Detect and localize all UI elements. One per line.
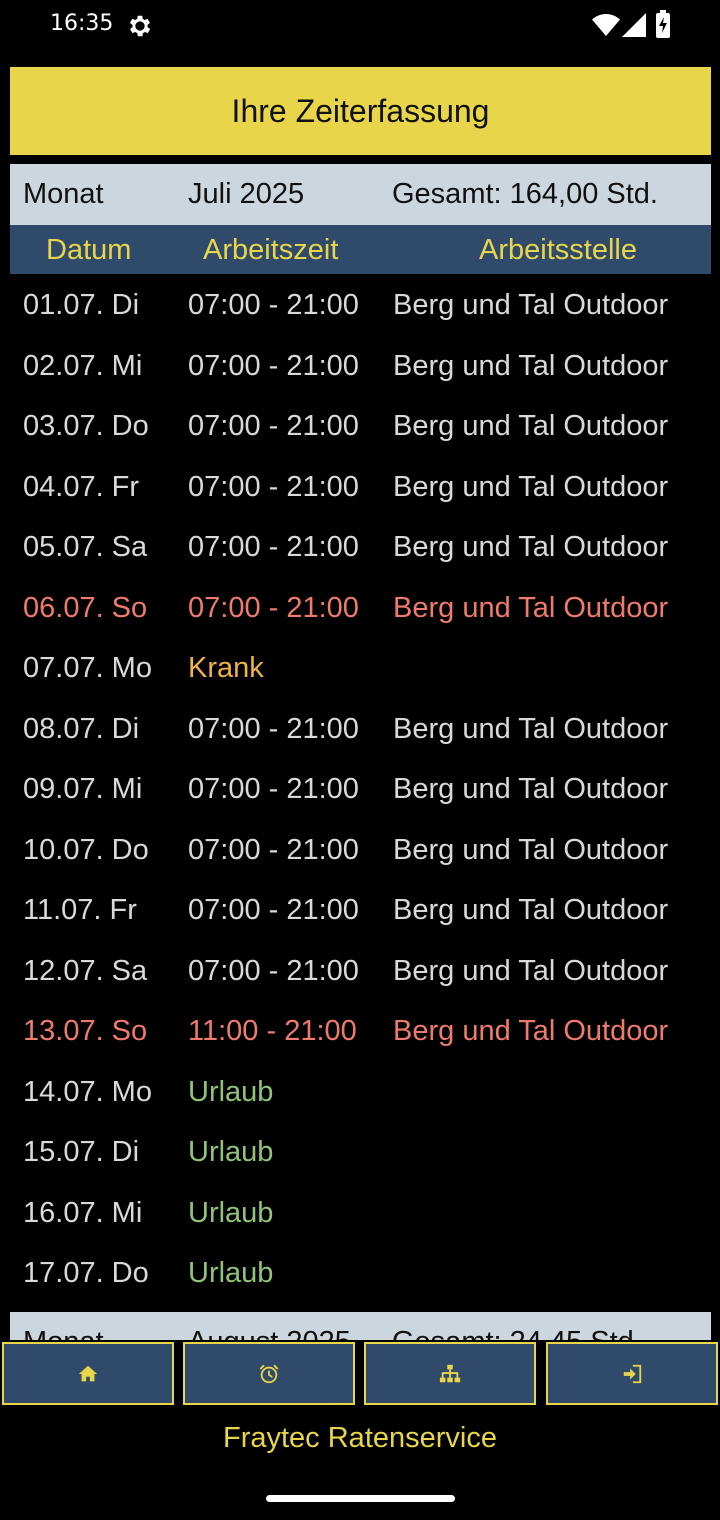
nav-timer-button[interactable] bbox=[183, 1342, 355, 1405]
table-row[interactable]: 04.07. Fr 07:00 - 21:00 Berg und Tal Outdo… bbox=[0, 458, 720, 519]
table-row[interactable]: 05.07. Sa 07:00 - 21:00 Berg und Tal Outdo… bbox=[0, 518, 720, 579]
table-row-sunday[interactable]: 13.07. So 11:00 - 21:00 Berg und Tal Outdo… bbox=[0, 1002, 720, 1063]
row-date: 03.07. Do bbox=[23, 410, 149, 442]
row-worktime: 07:00 - 21:00 bbox=[188, 712, 359, 745]
row-status-vacation: Urlaub bbox=[188, 1075, 274, 1108]
table-row[interactable]: 02.07. Mi 07:00 - 21:00 Berg und Tal Outdo… bbox=[0, 337, 720, 398]
month-summary-august: Monat August 2025 Gesamt: 24,45 Std. bbox=[10, 1311, 711, 1341]
row-workplace: Berg und Tal Outdoor bbox=[393, 591, 669, 624]
row-status-vacation: Urlaub bbox=[188, 1136, 274, 1168]
table-row[interactable]: 12.07. Sa 07:00 - 21:00 Berg und Tal Outdo… bbox=[0, 942, 720, 1003]
gesture-home-bar[interactable] bbox=[266, 1495, 455, 1502]
month-summary-july: Monat Juli 2025 Gesamt: 164,00 Std. bbox=[10, 164, 711, 225]
page-title: Ihre Zeiterfassung bbox=[10, 67, 711, 155]
row-date: 06.07. So bbox=[23, 591, 148, 624]
row-worktime: 07:00 - 21:00 bbox=[188, 591, 359, 624]
row-worktime: 07:00 - 21:00 bbox=[188, 410, 359, 442]
nav-home-button[interactable] bbox=[2, 1342, 174, 1405]
signal-icon bbox=[622, 13, 646, 37]
table-row[interactable]: 15.07. Di Urlaub bbox=[0, 1123, 720, 1184]
table-row[interactable]: 16.07. Mi Urlaub bbox=[0, 1184, 720, 1245]
row-date: 14.07. Mo bbox=[23, 1075, 152, 1108]
row-status-sick: Krank bbox=[188, 652, 264, 684]
month-name: Juli 2025 bbox=[188, 178, 305, 210]
row-status-vacation: Urlaub bbox=[188, 1257, 274, 1289]
month-label: Monat bbox=[23, 1326, 104, 1341]
table-row[interactable]: 14.07. Mo Urlaub bbox=[0, 1063, 720, 1124]
table-row[interactable]: 08.07. Di 07:00 - 21:00 Berg und Tal Outdo… bbox=[0, 700, 720, 761]
table-row[interactable]: 17.07. Do Urlaub bbox=[0, 1244, 720, 1305]
row-worktime: 07:00 - 21:00 bbox=[188, 531, 359, 563]
column-header-worktime: Arbeitszeit bbox=[203, 234, 339, 266]
row-workplace: Berg und Tal Outdoor bbox=[393, 531, 669, 563]
nav-logout-button[interactable] bbox=[546, 1342, 718, 1405]
table-row[interactable]: 07.07. Mo Krank bbox=[0, 639, 720, 700]
row-worktime: 07:00 - 21:00 bbox=[188, 954, 359, 987]
nav-structure-button[interactable] bbox=[364, 1342, 536, 1405]
row-date: 07.07. Mo bbox=[23, 652, 152, 684]
row-date: 11.07. Fr bbox=[23, 894, 137, 926]
row-workplace: Berg und Tal Outdoor bbox=[393, 773, 669, 805]
row-date: 10.07. Do bbox=[23, 833, 149, 866]
bottom-navigation bbox=[0, 1341, 720, 1405]
wifi-icon bbox=[592, 14, 620, 36]
row-date: 02.07. Mi bbox=[23, 349, 143, 382]
row-date: 13.07. So bbox=[23, 1015, 148, 1047]
row-worktime: 07:00 - 21:00 bbox=[188, 349, 359, 382]
row-worktime: 07:00 - 21:00 bbox=[188, 894, 359, 926]
status-bar: 16:35 bbox=[0, 0, 720, 52]
row-workplace: Berg und Tal Outdoor bbox=[393, 894, 669, 926]
alarm-clock-icon bbox=[259, 1364, 279, 1383]
row-date: 08.07. Di bbox=[23, 712, 140, 745]
footer-brand: Fraytec Ratenservice bbox=[223, 1422, 497, 1454]
row-worktime: 11:00 - 21:00 bbox=[188, 1015, 357, 1047]
row-worktime: 07:00 - 21:00 bbox=[188, 289, 359, 321]
month-total: Gesamt: 164,00 Std. bbox=[392, 178, 658, 210]
row-date: 16.07. Mi bbox=[23, 1196, 143, 1229]
month-total: Gesamt: 24,45 Std. bbox=[392, 1326, 642, 1341]
month-name: August 2025 bbox=[188, 1326, 351, 1341]
row-worktime: 07:00 - 21:00 bbox=[188, 470, 359, 503]
row-worktime: 07:00 - 21:00 bbox=[188, 833, 359, 866]
row-workplace: Berg und Tal Outdoor bbox=[393, 712, 669, 745]
row-workplace: Berg und Tal Outdoor bbox=[393, 470, 669, 503]
column-header-workplace: Arbeitsstelle bbox=[479, 234, 637, 266]
battery-icon bbox=[656, 10, 670, 38]
column-header-date: Datum bbox=[46, 234, 132, 266]
row-workplace: Berg und Tal Outdoor bbox=[393, 289, 669, 321]
row-date: 12.07. Sa bbox=[23, 954, 148, 987]
table-row[interactable]: 10.07. Do 07:00 - 21:00 Berg und Tal Outdo… bbox=[0, 821, 720, 882]
row-workplace: Berg und Tal Outdoor bbox=[393, 410, 669, 442]
table-row[interactable]: 11.07. Fr 07:00 - 21:00 Berg und Tal Outdo… bbox=[0, 881, 720, 942]
logout-icon bbox=[623, 1364, 642, 1383]
time-entries-list[interactable]: Monat Juli 2025 Gesamt: 164,00 Std. Datu… bbox=[0, 164, 720, 1340]
table-row[interactable]: 03.07. Do 07:00 - 21:00 Berg und Tal Outdo… bbox=[0, 397, 720, 458]
row-workplace: Berg und Tal Outdoor bbox=[393, 954, 669, 987]
row-date: 15.07. Di bbox=[23, 1136, 140, 1168]
row-workplace: Berg und Tal Outdoor bbox=[393, 833, 669, 866]
row-worktime: 07:00 - 21:00 bbox=[188, 773, 359, 805]
sitemap-icon bbox=[439, 1364, 461, 1382]
gear-icon bbox=[129, 15, 151, 37]
row-date: 17.07. Do bbox=[23, 1257, 149, 1289]
row-date: 05.07. Sa bbox=[23, 531, 148, 563]
table-header: Datum Arbeitszeit Arbeitsstelle bbox=[10, 225, 711, 274]
row-date: 09.07. Mi bbox=[23, 773, 143, 805]
row-status-vacation: Urlaub bbox=[188, 1196, 274, 1229]
table-row[interactable]: 09.07. Mi 07:00 - 21:00 Berg und Tal Outdo… bbox=[0, 760, 720, 821]
month-label: Monat bbox=[23, 178, 104, 210]
row-workplace: Berg und Tal Outdoor bbox=[393, 349, 669, 382]
table-row-sunday[interactable]: 06.07. So 07:00 - 21:00 Berg und Tal Outdo… bbox=[0, 579, 720, 640]
status-time: 16:35 bbox=[50, 11, 114, 36]
home-icon bbox=[78, 1365, 98, 1381]
row-date: 01.07. Di bbox=[23, 289, 140, 321]
table-row[interactable]: 01.07. Di 07:00 - 21:00 Berg und Tal Outdo… bbox=[0, 276, 720, 337]
row-date: 04.07. Fr bbox=[23, 470, 140, 503]
row-workplace: Berg und Tal Outdoor bbox=[393, 1015, 669, 1047]
